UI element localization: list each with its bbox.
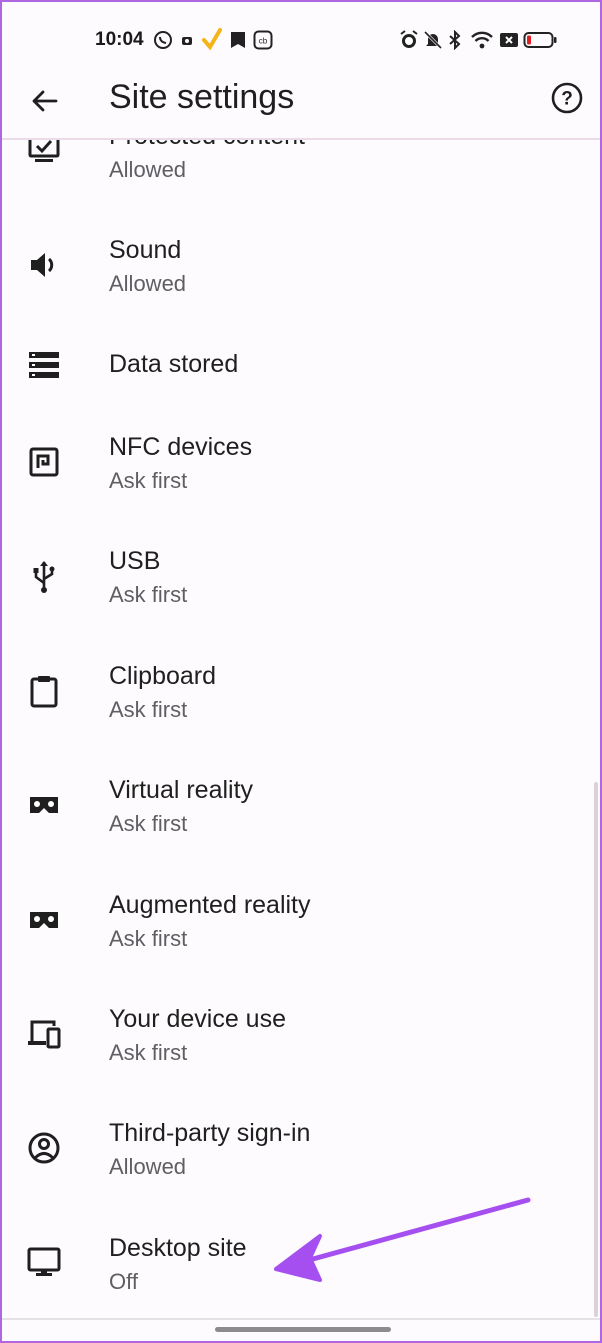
list-item-nfc-devices[interactable]: NFC devices Ask first [2, 429, 600, 509]
list-item-clipboard[interactable]: Clipboard Ask first [2, 658, 600, 738]
gesture-bar[interactable] [215, 1327, 391, 1332]
list-item-status: Ask first [109, 811, 188, 836]
list-item-label: Augmented reality [109, 891, 311, 919]
list-item-label: Third-party sign-in [109, 1119, 311, 1147]
list-item-sound[interactable]: Sound Allowed [2, 232, 600, 312]
devices-icon [28, 1020, 61, 1049]
list-item-augmented-reality[interactable]: Augmented reality Ask first [2, 887, 600, 967]
list-item-status: Ask first [109, 582, 188, 607]
list-item-third-party-sign-in[interactable]: Third-party sign-in Allowed [2, 1115, 600, 1195]
pointer-arrow-icon [274, 1197, 531, 1282]
page-title: Site settings [109, 78, 295, 116]
list-item-status: Allowed [109, 157, 187, 182]
account-circle-icon [28, 1132, 60, 1164]
list-item-label: Data stored [109, 350, 239, 378]
list-item-status: Ask first [109, 926, 188, 951]
list-item-status: Allowed [109, 271, 187, 296]
list-item-label: Sound [109, 236, 182, 264]
site-settings-list: Protected content Allowed Sound Allowed … [2, 2, 600, 1341]
nfc-icon [29, 447, 59, 477]
list-item-usb[interactable]: USB Ask first [2, 543, 600, 623]
list-item-status: Off [109, 1269, 138, 1294]
list-item-status: Ask first [109, 1040, 188, 1065]
data-stored-icon [29, 352, 59, 378]
clipboard-icon [30, 676, 58, 708]
list-item-status: Ask first [109, 468, 188, 493]
sound-icon [31, 253, 54, 277]
list-item-status: Ask first [109, 697, 188, 722]
desktop-icon [27, 1247, 61, 1276]
list-item-label: Desktop site [109, 1234, 247, 1262]
app-bar-divider [2, 138, 600, 140]
list-item-label: USB [109, 547, 161, 575]
list-item-status: Allowed [109, 1154, 187, 1179]
nav-divider [2, 1318, 600, 1320]
back-arrow-icon[interactable] [28, 84, 62, 118]
list-item-label: Your device use [109, 1005, 286, 1033]
help-glyph: ? [561, 89, 573, 110]
help-icon[interactable]: ? [550, 81, 584, 115]
phone-screen: 10:04 cb Site settings ? Protected conte… [0, 0, 602, 1343]
app-bar: Site settings ? [2, 78, 600, 138]
ar-headset-icon [30, 912, 58, 928]
list-item-label: Virtual reality [109, 776, 254, 804]
list-item-device-use[interactable]: Your device use Ask first [2, 1001, 600, 1081]
list-item-virtual-reality[interactable]: Virtual reality Ask first [2, 772, 600, 852]
scrollbar[interactable] [594, 782, 598, 1317]
usb-icon [33, 561, 55, 593]
vr-headset-icon [30, 797, 58, 813]
list-item-label: NFC devices [109, 433, 253, 461]
list-item-label: Clipboard [109, 662, 217, 690]
list-item-data-stored[interactable]: Data stored [2, 346, 600, 406]
